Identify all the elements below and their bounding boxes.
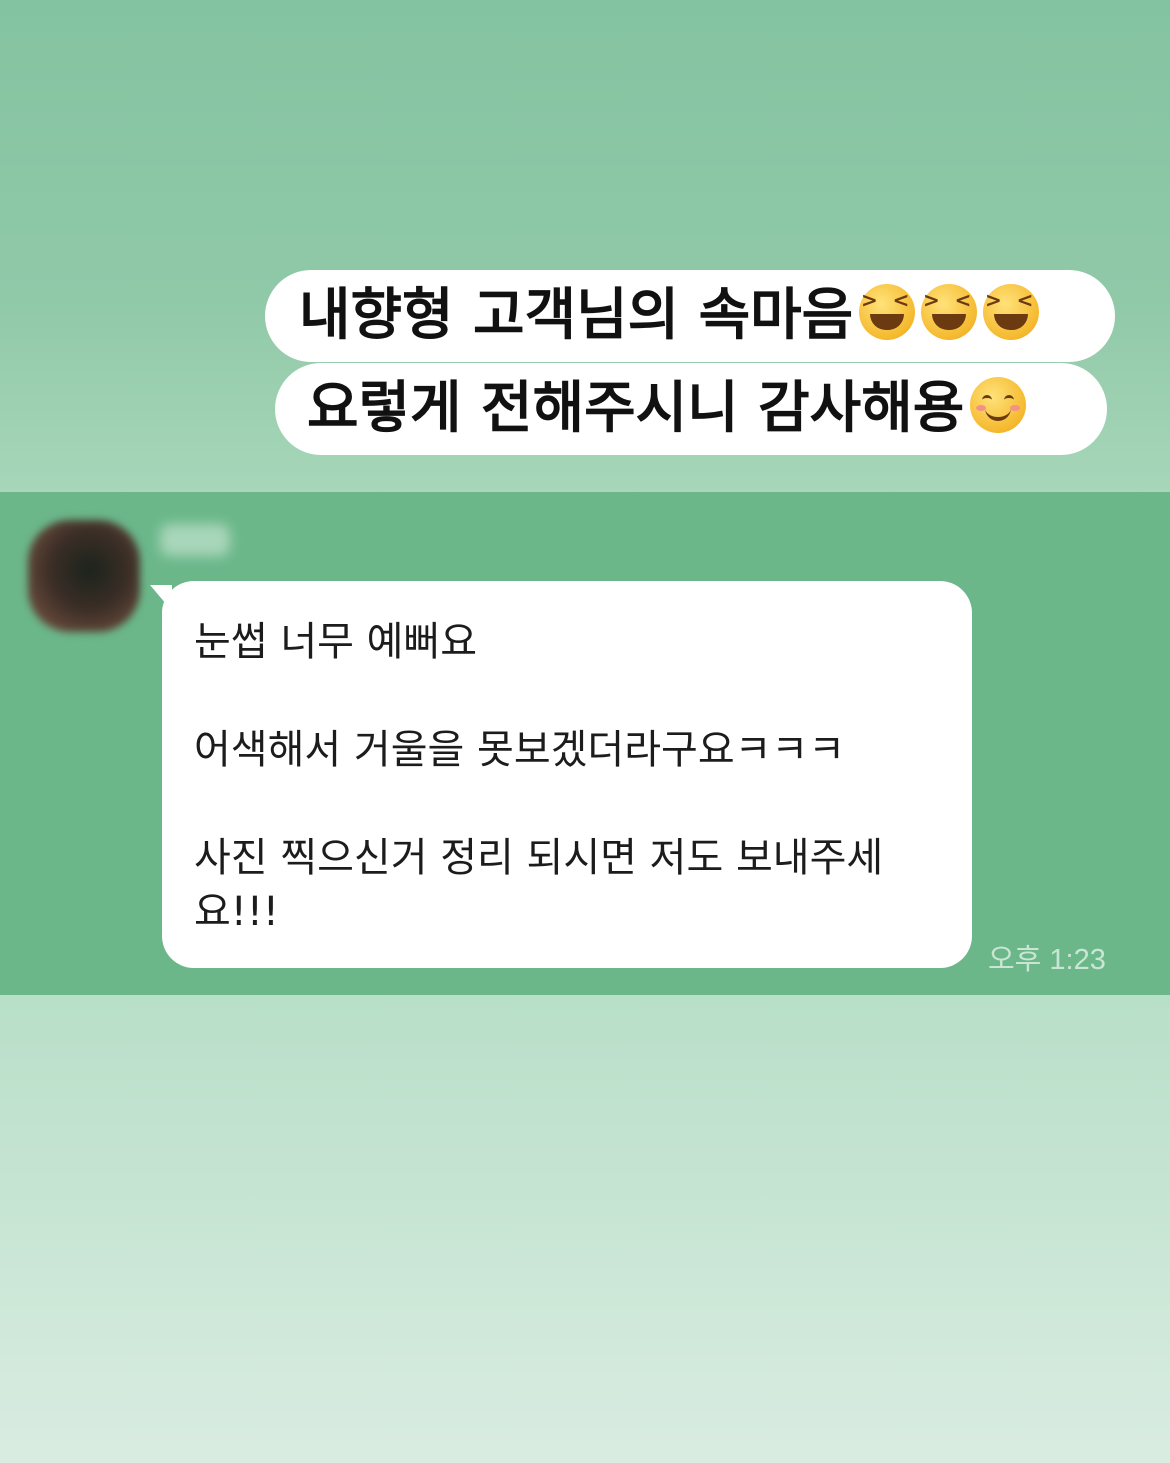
- message-line: 눈썹 너무 예뻐요: [194, 619, 478, 665]
- laughing-face-icon: [983, 284, 1040, 340]
- message-bubble[interactable]: 눈썹 너무 예뻐요 어색해서 거울을 못보겠더라구요ㅋㅋㅋ 사진 찍으신거 정리…: [162, 581, 972, 968]
- caption-line-1-text: 내향형 고객님의 속마음: [299, 283, 854, 348]
- caption-line-2-text: 요렇게 전해주시니 감사해용: [307, 376, 965, 441]
- caption-overlay: 내향형 고객님의 속마음 요렇게 전해주시니 감사해용: [265, 270, 1115, 455]
- message-line: 요!!!: [194, 889, 279, 935]
- message-line: 어색해서 거울을 못보겠더라구요ㅋㅋㅋ: [194, 727, 846, 773]
- sender-name-blurred: [160, 524, 230, 556]
- message-timestamp: 오후 1:23: [988, 944, 1106, 976]
- laughing-face-icon: [859, 284, 916, 340]
- message-line-blank: [194, 669, 942, 723]
- avatar[interactable]: [28, 520, 140, 632]
- caption-line-2: 요렇게 전해주시니 감사해용: [275, 363, 1107, 455]
- caption-line-1: 내향형 고객님의 속마음: [265, 270, 1115, 362]
- screenshot-page: 내향형 고객님의 속마음 요렇게 전해주시니 감사해용 눈썹 너무 예뻐요 어색…: [0, 0, 1170, 1463]
- smiling-face-icon: [970, 377, 1027, 433]
- message-line-blank: [194, 777, 942, 831]
- laughing-face-icon: [921, 284, 978, 340]
- message-line: 사진 찍으신거 정리 되시면 저도 보내주세: [194, 835, 884, 881]
